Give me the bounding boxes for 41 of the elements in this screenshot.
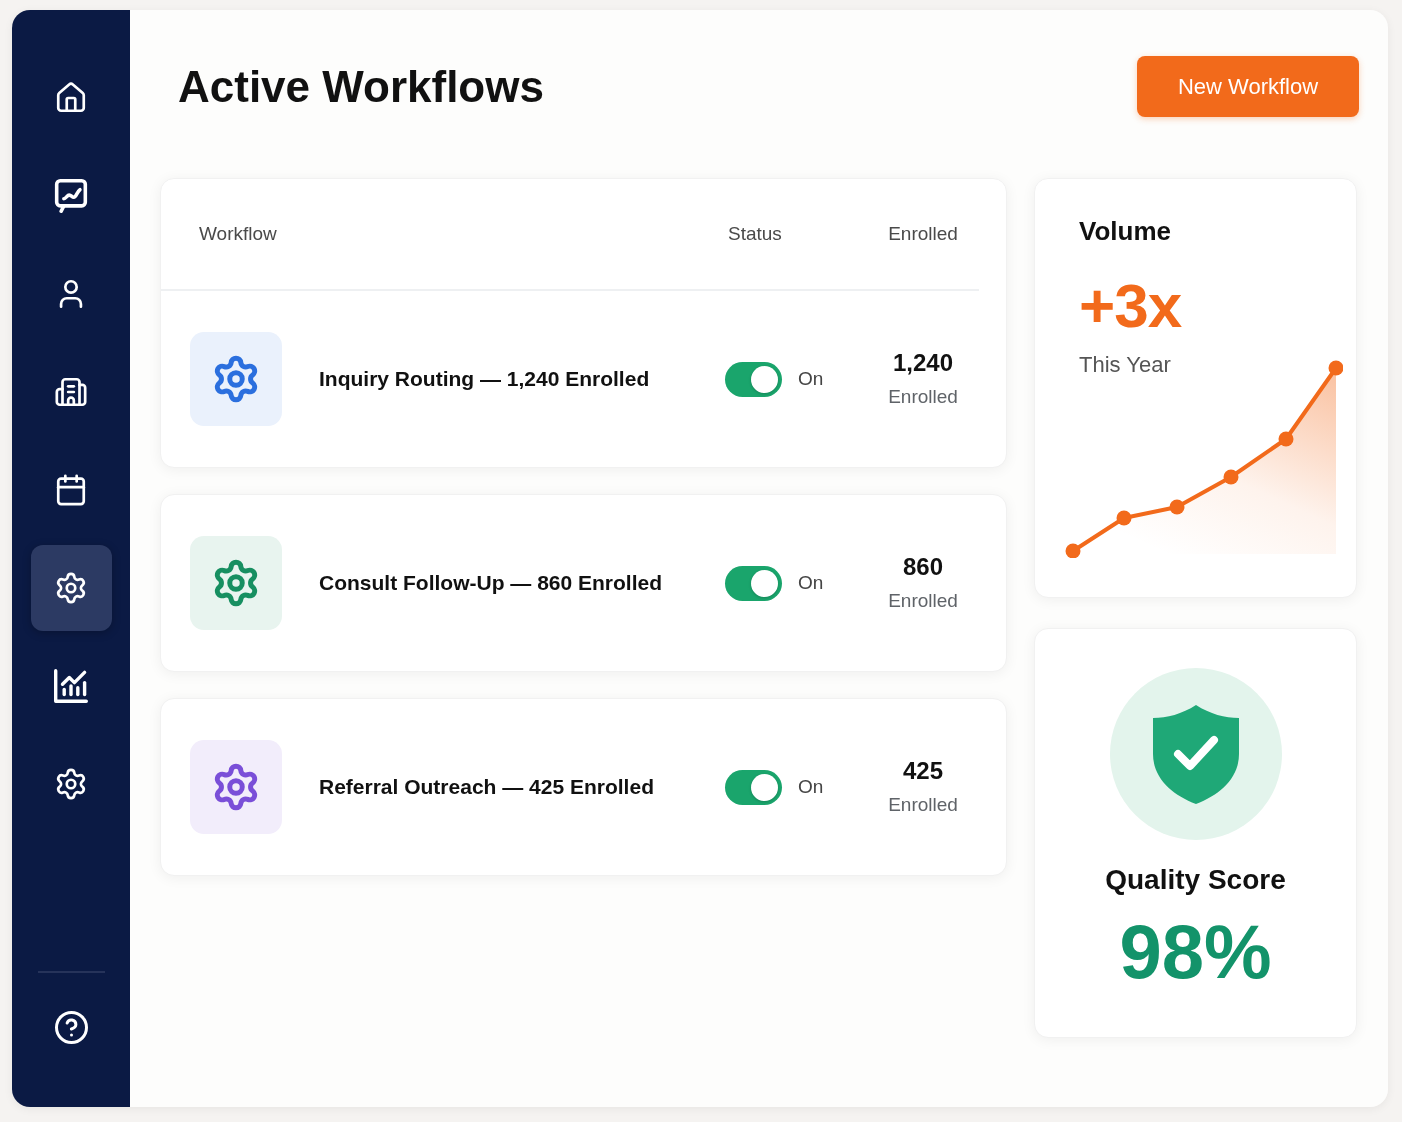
- enrolled-label: Enrolled: [888, 793, 958, 817]
- quality-value: 98%: [1119, 914, 1272, 990]
- chart-point: [1169, 499, 1185, 515]
- chart-point: [1223, 469, 1239, 485]
- enrolled-count: 860: [902, 552, 943, 582]
- building-icon: [54, 375, 88, 409]
- home-icon: [54, 81, 88, 115]
- new-workflow-button[interactable]: New Workflow: [1137, 56, 1359, 117]
- toggle-switch[interactable]: [725, 565, 782, 601]
- chart-point: [1328, 360, 1343, 376]
- card-title: Quality Score: [1105, 863, 1286, 897]
- settings-icon: [54, 571, 88, 605]
- workflow-name: Consult Follow-Up — 860 Enrolled: [319, 570, 662, 597]
- volume-value: +3x: [1079, 275, 1182, 337]
- enrolled-count: 425: [902, 756, 943, 786]
- toggle-switch[interactable]: [725, 769, 782, 805]
- workflow-name: Referral Outreach — 425 Enrolled: [319, 774, 654, 801]
- card-title: Volume: [1079, 215, 1171, 247]
- volume-caption: This Year: [1079, 351, 1171, 379]
- toggle-switch[interactable]: [725, 361, 782, 397]
- status-label: On: [798, 570, 824, 595]
- column-header: Enrolled: [888, 221, 958, 246]
- workflow-name: Inquiry Routing — 1,240 Enrolled: [319, 366, 650, 393]
- enrolled-count: 1,240: [892, 348, 954, 378]
- settings-icon: [54, 767, 88, 801]
- bar-chart-icon: [54, 669, 88, 703]
- chart-point: [1116, 510, 1132, 526]
- column-header: Workflow: [199, 222, 277, 244]
- calendar-icon: [54, 473, 88, 507]
- board-chart-icon: [54, 179, 88, 213]
- status-label: On: [798, 774, 824, 799]
- chart-point: [1065, 543, 1081, 558]
- status-label: On: [798, 366, 824, 391]
- help-icon: [54, 1010, 88, 1044]
- enrolled-label: Enrolled: [888, 589, 958, 613]
- enrolled-label: Enrolled: [888, 385, 958, 409]
- page-title: Active Workflows: [178, 60, 544, 113]
- shield-check-icon: [1109, 668, 1282, 840]
- column-header: Status: [728, 222, 782, 244]
- chart-point: [1278, 431, 1294, 447]
- nav-button[interactable]: [30, 545, 112, 631]
